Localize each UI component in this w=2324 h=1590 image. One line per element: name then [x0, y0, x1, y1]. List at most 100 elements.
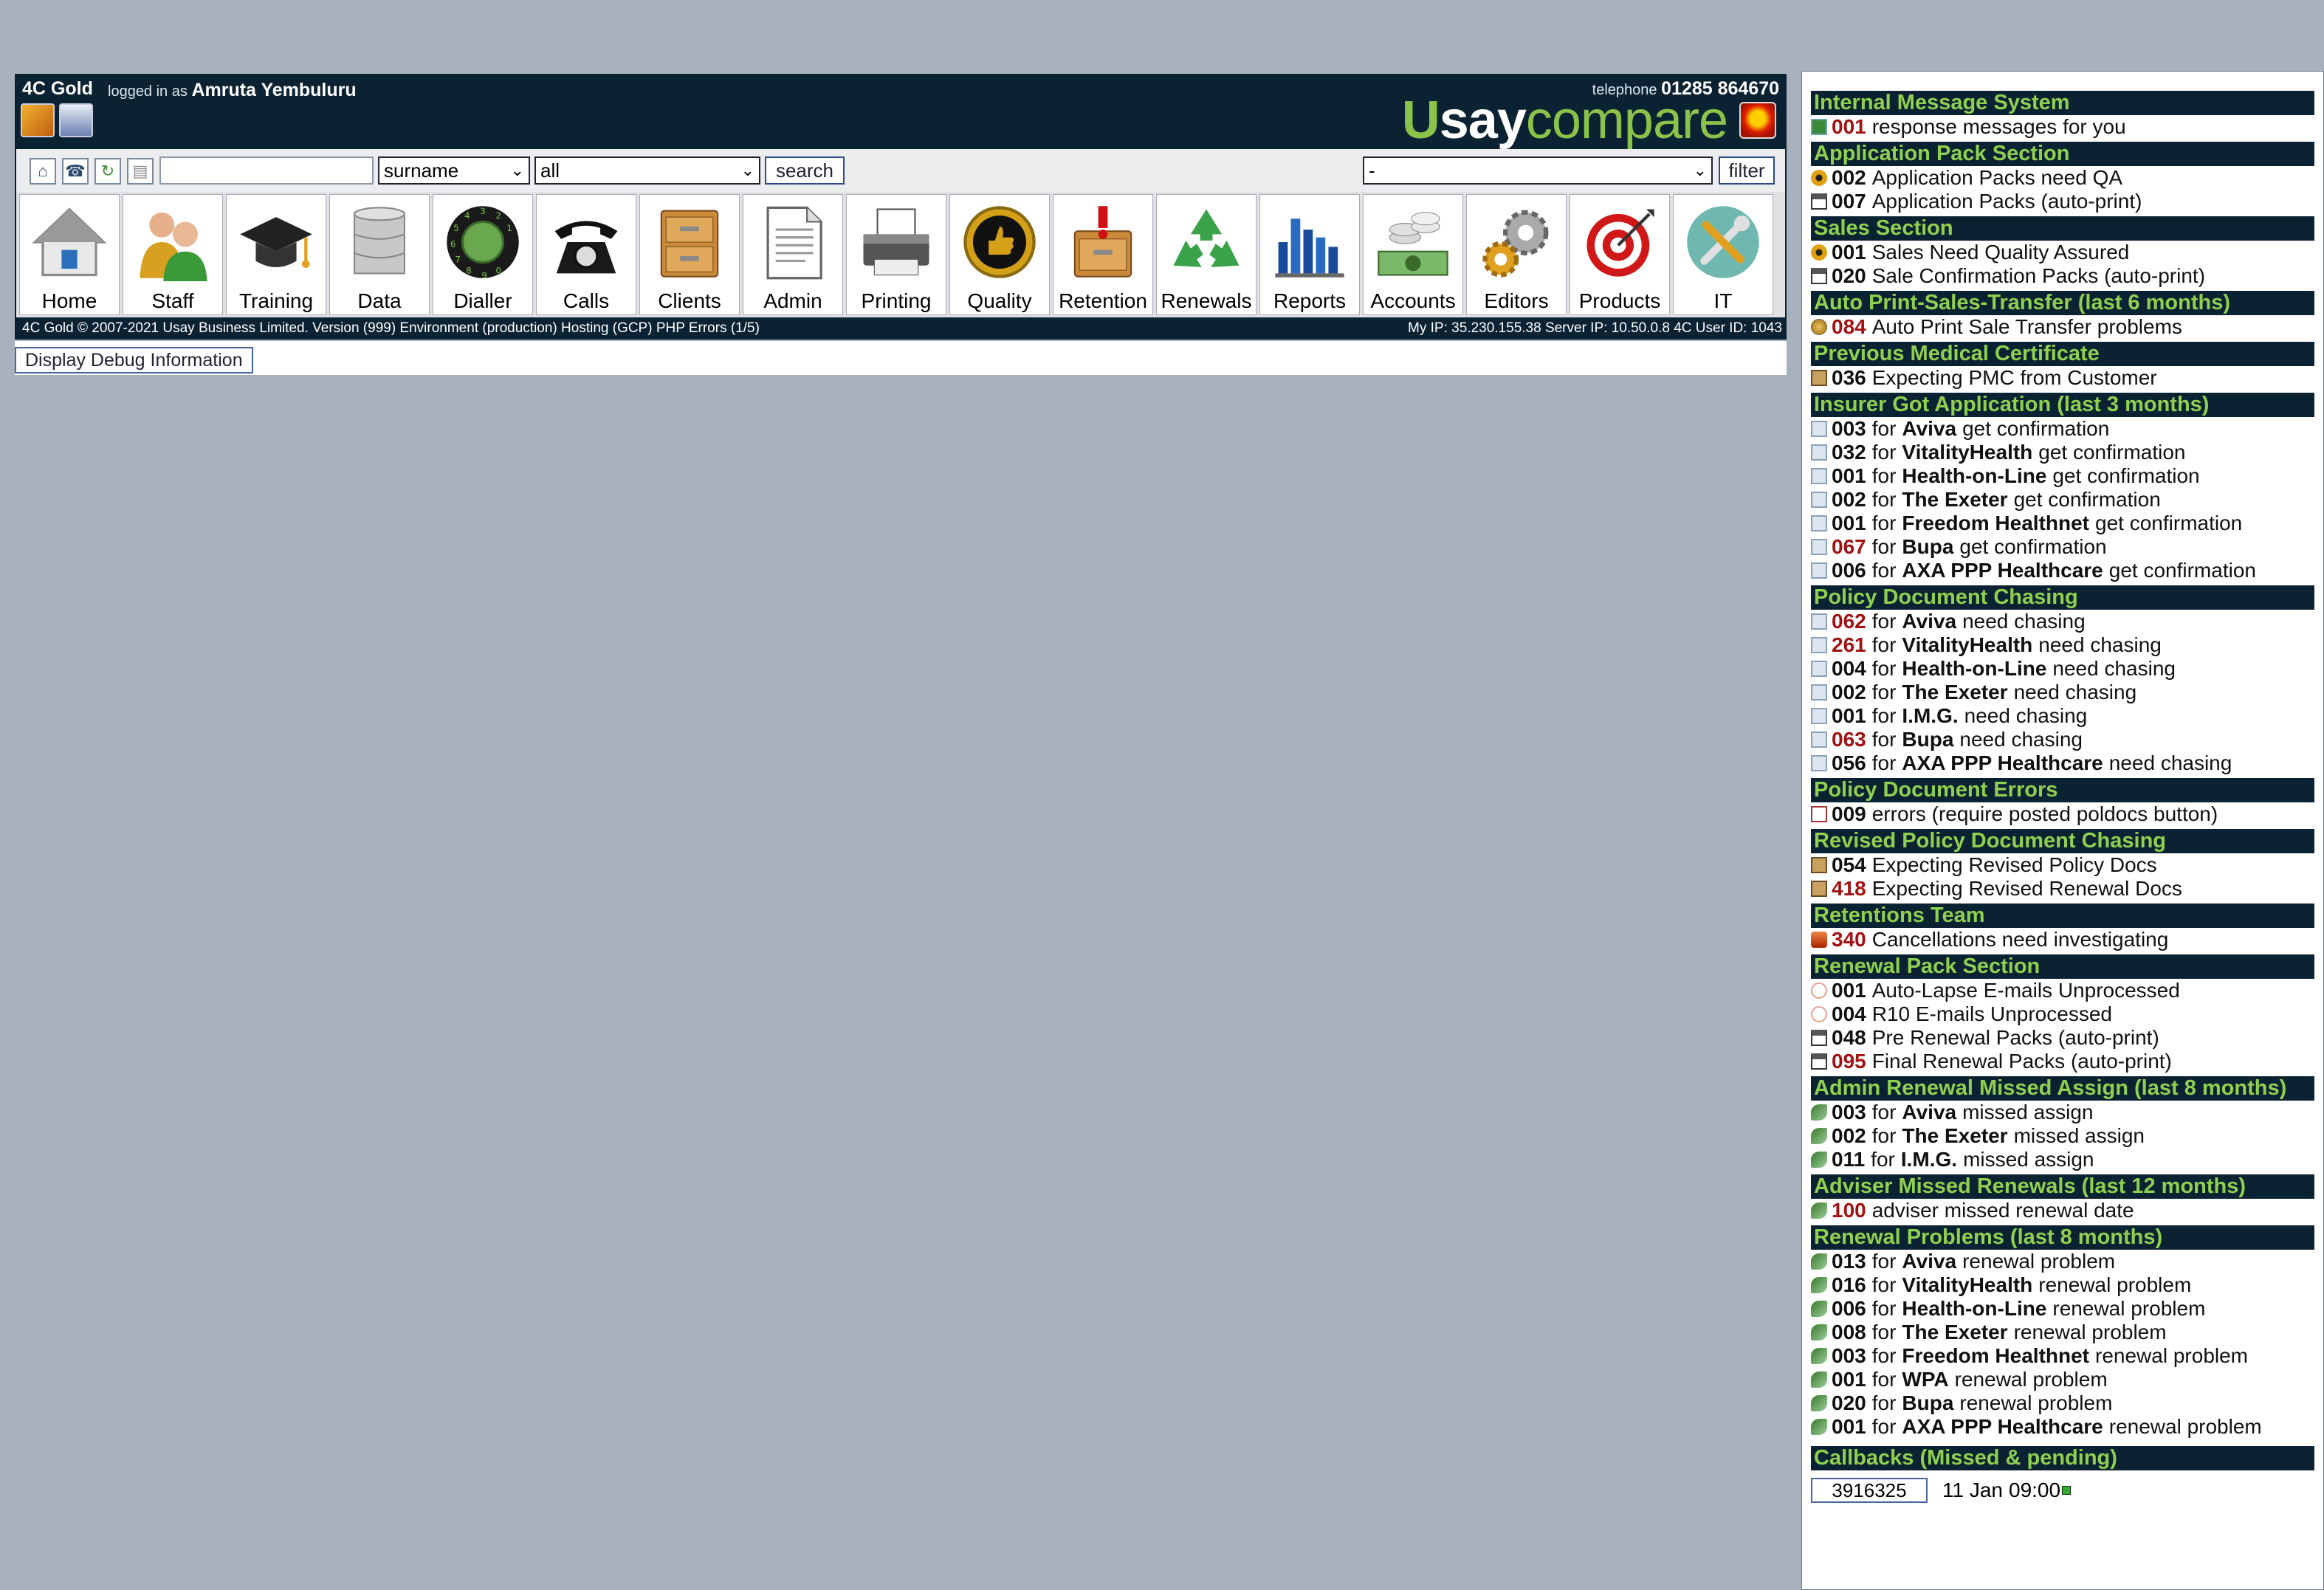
- notification-row[interactable]: 006 for Health-on-Line renewal problem: [1811, 1297, 2314, 1321]
- search-scope-select[interactable]: all ⌄: [534, 156, 760, 185]
- target-icon: [1586, 209, 1654, 277]
- notification-row[interactable]: 004 R10 E-mails Unprocessed: [1811, 1002, 2314, 1026]
- notification-row[interactable]: 095 Final Renewal Packs (auto-print): [1811, 1050, 2314, 1073]
- filter-button[interactable]: filter: [1719, 156, 1775, 185]
- toolbar-home[interactable]: Home: [19, 194, 120, 315]
- notification-row[interactable]: 020 Sale Confirmation Packs (auto-print): [1811, 264, 2314, 288]
- notification-row[interactable]: 006 for AXA PPP Healthcare get confirmation: [1811, 559, 2314, 582]
- notification-row[interactable]: 001 for WPA renewal problem: [1811, 1368, 2314, 1391]
- notification-row[interactable]: 001 for AXA PPP Healthcare renewal problem: [1811, 1415, 2314, 1439]
- notification-row[interactable]: 002 Application Packs need QA: [1811, 166, 2314, 190]
- notification-count: 001: [1832, 115, 1866, 138]
- toolbar-retention[interactable]: Retention: [1053, 194, 1153, 315]
- money-icon: [1811, 1202, 1827, 1219]
- notification-row[interactable]: 001 for Health-on-Line get confirmation: [1811, 464, 2314, 488]
- notification-row[interactable]: 002 for The Exeter get confirmation: [1811, 488, 2314, 512]
- search-field-select[interactable]: surname ⌄: [378, 156, 530, 185]
- section-title: Retentions Team: [1811, 904, 2314, 928]
- coins-icon: [1378, 212, 1448, 276]
- notification-count: 001: [1832, 241, 1866, 264]
- notification-count: 020: [1832, 1391, 1866, 1414]
- home-small-icon[interactable]: ⌂: [30, 158, 56, 185]
- toolbar-quality[interactable]: Quality: [949, 194, 1050, 315]
- notification-row[interactable]: 063 for Bupa need chasing: [1811, 728, 2314, 751]
- notification-row[interactable]: 003 for Freedom Healthnet renewal problem: [1811, 1344, 2314, 1368]
- toolbar-accounts[interactable]: Accounts: [1363, 194, 1463, 315]
- notification-row[interactable]: 062 for Aviva need chasing: [1811, 610, 2314, 633]
- transfer-icon[interactable]: [21, 103, 55, 137]
- doc-icon: [1811, 562, 1827, 579]
- toolbar-label: Admin: [763, 289, 822, 312]
- filing-cabinet-icon: [660, 210, 719, 278]
- toolbar-label: Products: [1578, 289, 1661, 312]
- toolbar-editors[interactable]: Editors: [1466, 194, 1567, 315]
- toolbar-calls[interactable]: Calls: [536, 194, 636, 315]
- notification-row[interactable]: 048 Pre Renewal Packs (auto-print): [1811, 1026, 2314, 1050]
- for-label: for: [1871, 535, 1897, 558]
- toolbar-renewals[interactable]: Renewals: [1156, 194, 1256, 315]
- notification-row[interactable]: 001 Sales Need Quality Assured: [1811, 241, 2314, 264]
- callback-client-id[interactable]: 3916325: [1811, 1478, 1928, 1503]
- toolbar-label: Clients: [658, 289, 721, 312]
- insurer-name: Health-on-Line: [1902, 657, 2047, 680]
- search-button[interactable]: search: [765, 156, 845, 185]
- notification-row[interactable]: 007 Application Packs (auto-print): [1811, 190, 2314, 213]
- toolbar-admin[interactable]: Admin: [743, 194, 843, 315]
- notification-row[interactable]: 340 Cancellations need investigating: [1811, 928, 2314, 951]
- notification-row[interactable]: 001 response messages for you: [1811, 115, 2314, 139]
- notification-count: 009: [1832, 802, 1866, 825]
- display-debug-button[interactable]: Display Debug Information: [15, 347, 253, 374]
- toolbar-products[interactable]: Products: [1570, 194, 1670, 315]
- for-label: for: [1871, 1148, 1895, 1171]
- notification-row[interactable]: 008 for The Exeter renewal problem: [1811, 1321, 2314, 1344]
- notification-row[interactable]: 056 for AXA PPP Healthcare need chasing: [1811, 751, 2314, 775]
- notification-row[interactable]: 009 errors (require posted poldocs button…: [1811, 802, 2314, 826]
- notes-small-icon[interactable]: ▤: [127, 158, 154, 185]
- toolbar-it[interactable]: IT: [1673, 194, 1773, 315]
- notification-text: Expecting Revised Policy Docs: [1871, 853, 2157, 876]
- alert-light-icon[interactable]: [1739, 102, 1776, 139]
- notification-row[interactable]: 016 for VitalityHealth renewal problem: [1811, 1273, 2314, 1297]
- toolbar-data[interactable]: Data: [329, 194, 430, 315]
- insurer-name: VitalityHealth: [1902, 441, 2033, 464]
- toolbar-reports[interactable]: Reports: [1259, 194, 1360, 315]
- phone-small-icon[interactable]: ☎: [62, 158, 89, 185]
- insurer-name: Health-on-Line: [1902, 1297, 2047, 1320]
- notification-row[interactable]: 004 for Health-on-Line need chasing: [1811, 657, 2314, 681]
- notification-row[interactable]: 067 for Bupa get confirmation: [1811, 535, 2314, 559]
- notification-row[interactable]: 003 for Aviva get confirmation: [1811, 417, 2314, 441]
- notification-row[interactable]: 003 for Aviva missed assign: [1811, 1101, 2314, 1124]
- notification-row[interactable]: 002 for The Exeter need chasing: [1811, 681, 2314, 704]
- usaycompare-logo: Usaycompare: [1402, 90, 1728, 151]
- notification-row[interactable]: 261 for VitalityHealth need chasing: [1811, 633, 2314, 657]
- for-label: for: [1871, 1250, 1897, 1273]
- notification-row[interactable]: 100 adviser missed renewal date: [1811, 1199, 2314, 1222]
- calendar-icon[interactable]: [59, 103, 93, 137]
- toolbar-clients[interactable]: Clients: [639, 194, 740, 315]
- doc-icon: [1811, 515, 1827, 531]
- notification-row[interactable]: 001 Auto-Lapse E-mails Unprocessed: [1811, 979, 2314, 1002]
- notification-row[interactable]: 001 for Freedom Healthnet get confirmation: [1811, 512, 2314, 535]
- notification-row[interactable]: 020 for Bupa renewal problem: [1811, 1391, 2314, 1415]
- notification-row[interactable]: 054 Expecting Revised Policy Docs: [1811, 853, 2314, 877]
- notification-row[interactable]: 032 for VitalityHealth get confirmation: [1811, 441, 2314, 464]
- filter-select[interactable]: - ⌄: [1363, 156, 1713, 185]
- notification-row[interactable]: 418 Expecting Revised Renewal Docs: [1811, 877, 2314, 901]
- notification-row[interactable]: 011 for I.M.G. missed assign: [1811, 1148, 2314, 1171]
- toolbar-staff[interactable]: Staff: [123, 194, 223, 315]
- for-label: for: [1871, 1368, 1897, 1391]
- notification-row[interactable]: 001 for I.M.G. need chasing: [1811, 704, 2314, 728]
- insurer-name: Aviva: [1902, 1250, 1957, 1273]
- notification-row[interactable]: 013 for Aviva renewal problem: [1811, 1250, 2314, 1273]
- notification-count: 003: [1832, 1344, 1866, 1367]
- notification-row[interactable]: 002 for The Exeter missed assign: [1811, 1124, 2314, 1148]
- toolbar-training[interactable]: Training: [226, 194, 326, 315]
- notification-row[interactable]: 036 Expecting PMC from Customer: [1811, 366, 2314, 390]
- callback-small-icon[interactable]: ↻: [94, 158, 121, 185]
- notification-count: 003: [1832, 1101, 1866, 1123]
- toolbar-printing[interactable]: Printing: [846, 194, 946, 315]
- toolbar-dialler[interactable]: 321 45 67890 Dialler: [433, 194, 533, 315]
- search-input[interactable]: [159, 156, 374, 185]
- chevron-down-icon: ⌄: [740, 161, 754, 179]
- notification-row[interactable]: 084 Auto Print Sale Transfer problems: [1811, 315, 2314, 339]
